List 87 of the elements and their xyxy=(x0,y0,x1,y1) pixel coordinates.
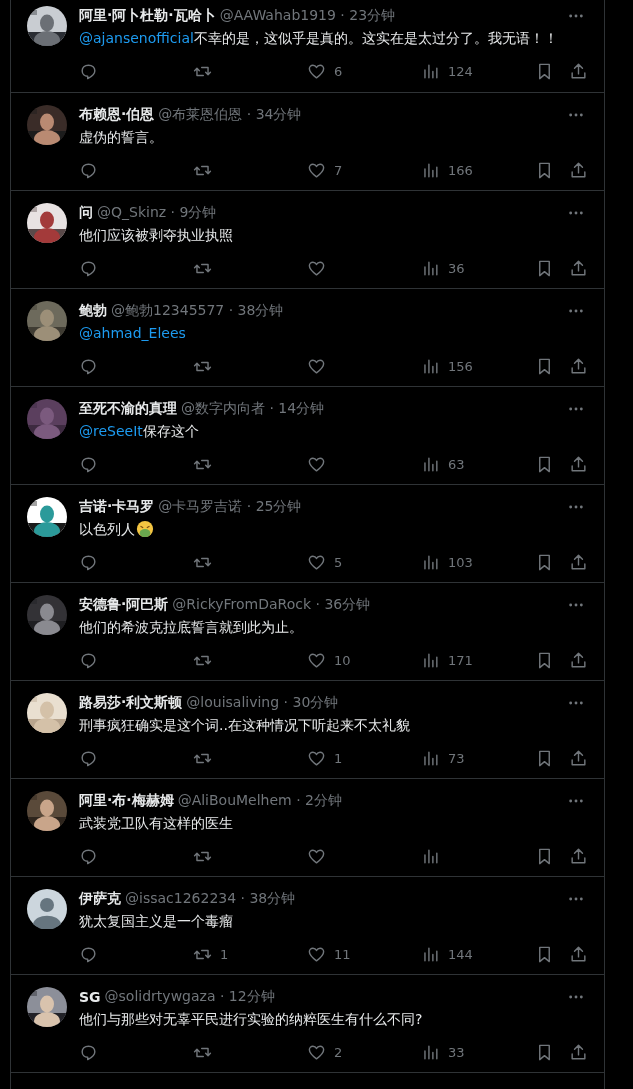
reply-icon[interactable] xyxy=(79,454,98,474)
like-count: 5 xyxy=(334,554,343,570)
display-name[interactable]: 至死不渝的真理 xyxy=(79,400,177,418)
like-count: 11 xyxy=(334,946,351,962)
reply-icon[interactable] xyxy=(79,61,98,81)
reply-icon[interactable] xyxy=(79,748,98,768)
handle-and-time: @鲍勃12345577 · 38分钟 xyxy=(111,302,284,320)
handle-and-time: @数字内向者 · 14分钟 xyxy=(181,400,325,418)
view-count: 73 xyxy=(448,750,465,766)
mention-link[interactable]: @ajansenofficial xyxy=(79,28,194,48)
like-count: 7 xyxy=(334,162,343,178)
share-icon[interactable] xyxy=(569,650,588,670)
reply-icon[interactable] xyxy=(79,552,98,572)
share-icon[interactable] xyxy=(569,944,588,964)
reply-icon[interactable] xyxy=(79,846,98,866)
more-icon[interactable] xyxy=(568,995,584,999)
display-name[interactable]: 阿里·阿卜杜勒·瓦哈卜 xyxy=(79,7,216,25)
view-count: 103 xyxy=(448,554,473,570)
more-icon[interactable] xyxy=(568,113,584,117)
share-icon[interactable] xyxy=(569,454,588,474)
handle-and-time: @issac1262234 · 38分钟 xyxy=(125,890,296,908)
like-count: 2 xyxy=(334,1044,343,1060)
handle-and-time: @卡马罗吉诺 · 25分钟 xyxy=(158,498,302,516)
handle-and-time: @布莱恩伯恩 · 34分钟 xyxy=(158,106,302,124)
more-icon[interactable] xyxy=(568,897,584,901)
reply-text: 他们应该被剥夺执业执照 xyxy=(79,226,233,245)
reply-text: 他们与那些对无辜平民进行实验的纳粹医生有什么不同? xyxy=(79,1010,423,1029)
view-count: 124 xyxy=(448,63,473,79)
share-icon[interactable] xyxy=(569,61,588,81)
reply-text: 以色列人 xyxy=(79,520,135,539)
share-icon[interactable] xyxy=(569,552,588,572)
reply-text: 虚伪的誓言。 xyxy=(79,128,163,147)
reply-icon[interactable] xyxy=(79,1042,98,1062)
view-count: 166 xyxy=(448,162,473,178)
mention-link[interactable]: @ahmad_Elees xyxy=(79,323,186,343)
more-icon[interactable] xyxy=(568,309,584,313)
more-icon[interactable] xyxy=(568,211,584,215)
display-name[interactable]: 伊萨克 xyxy=(79,890,121,908)
like-count: 10 xyxy=(334,652,351,668)
share-icon[interactable] xyxy=(569,160,588,180)
more-icon[interactable] xyxy=(568,505,584,509)
view-count: 144 xyxy=(448,946,473,962)
reply-icon[interactable] xyxy=(79,650,98,670)
reply-icon[interactable] xyxy=(79,944,98,964)
handle-and-time: @Q_Skinz · 9分钟 xyxy=(97,204,217,222)
like-count: 6 xyxy=(334,63,343,79)
retweet-count: 1 xyxy=(220,946,229,962)
share-icon[interactable] xyxy=(569,846,588,866)
display-name[interactable]: SG xyxy=(79,989,101,1005)
reply-text: 武装党卫队有这样的医生 xyxy=(79,814,233,833)
more-icon[interactable] xyxy=(568,407,584,411)
default-avatar-icon xyxy=(27,889,67,929)
share-icon[interactable] xyxy=(569,748,588,768)
share-icon[interactable] xyxy=(569,258,588,278)
more-icon[interactable] xyxy=(568,14,584,18)
view-count: 63 xyxy=(448,456,465,472)
more-icon[interactable] xyxy=(568,603,584,607)
display-name[interactable]: 安德鲁·阿巴斯 xyxy=(79,596,169,614)
handle-and-time: @RickyFromDaRock · 36分钟 xyxy=(172,596,371,614)
handle-and-time: @solidrtywgaza · 12分钟 xyxy=(104,988,275,1006)
share-icon[interactable] xyxy=(569,1042,588,1062)
view-count: 33 xyxy=(448,1044,465,1060)
like-count: 1 xyxy=(334,750,343,766)
more-icon[interactable] xyxy=(568,701,584,705)
view-count: 36 xyxy=(448,260,465,276)
reply-icon[interactable] xyxy=(79,258,98,278)
reply-text: 犹太复国主义是一个毒瘤 xyxy=(79,912,233,931)
mention-link[interactable]: @reSeeIt xyxy=(79,421,143,441)
more-icon[interactable] xyxy=(568,799,584,803)
handle-and-time: @AliBouMelhem · 2分钟 xyxy=(177,792,342,810)
reply-icon[interactable] xyxy=(79,160,98,180)
handle-and-time: @louisaliving · 30分钟 xyxy=(186,694,339,712)
reply-text: 不幸的是，这似乎是真的。这实在是太过分了。我无语！！ xyxy=(193,29,558,48)
display-name[interactable]: 阿里·布·梅赫姆 xyxy=(79,792,174,810)
share-icon[interactable] xyxy=(569,356,588,376)
view-count: 156 xyxy=(448,358,473,374)
reply-text: 刑事疯狂确实是这个词..在这种情况下听起来不太礼貌 xyxy=(79,716,410,735)
display-name[interactable]: 吉诺·卡马罗 xyxy=(79,498,155,516)
view-count: 171 xyxy=(448,652,473,668)
display-name[interactable]: 问 xyxy=(79,204,93,222)
reply-text: 保存这个 xyxy=(142,422,199,441)
display-name[interactable]: 布赖恩·伯恩 xyxy=(79,106,155,124)
reply-icon[interactable] xyxy=(79,356,98,376)
reply-text: 他们的希波克拉底誓言就到此为止。 xyxy=(79,618,303,637)
display-name[interactable]: 鲍勃 xyxy=(79,302,107,320)
handle-and-time: @AAWahab1919 · 23分钟 xyxy=(219,7,396,25)
display-name[interactable]: 路易莎·利文斯顿 xyxy=(79,694,183,712)
